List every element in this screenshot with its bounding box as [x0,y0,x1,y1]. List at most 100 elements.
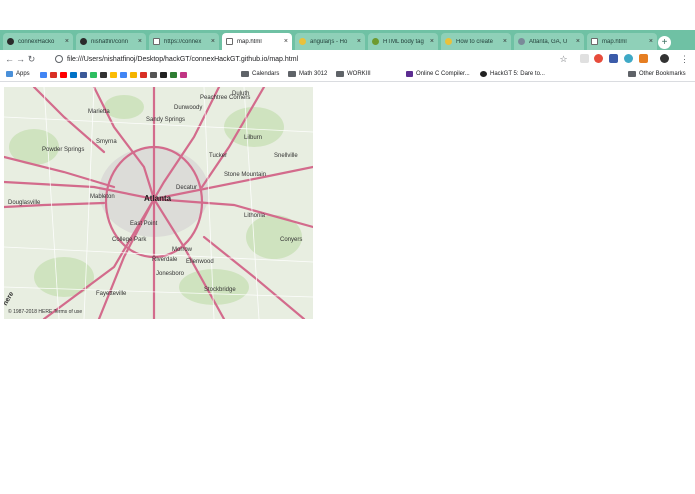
other-bookmarks[interactable]: Other Bookmarks [628,71,686,77]
tab-7[interactable]: Atlanta, GA, U × [514,33,584,50]
city-label: East Point [130,221,158,227]
outlook-icon[interactable] [70,72,77,78]
github-icon[interactable] [160,72,167,78]
tab-title: https://connex [164,38,202,45]
tab-title: nishatfin/conn [91,38,129,45]
city-label: Mableton [90,194,115,200]
bookmark-hackgt[interactable]: HackGT 5: Dare to... [480,71,545,77]
bookmarks-bar: Apps Calendars Math 3012 WORKIII Online … [0,68,695,82]
instagram-icon[interactable] [180,72,187,78]
tab-3[interactable]: map.html × [222,33,292,50]
notion-icon[interactable] [100,72,107,78]
extension-icon[interactable] [639,54,648,63]
bookmark-c-compiler[interactable]: Online C Compiler... [406,71,470,77]
close-icon[interactable]: × [649,38,653,45]
other-bookmarks-label: Other Bookmarks [639,71,686,77]
extension-icon[interactable] [580,54,589,63]
close-icon[interactable]: × [430,38,434,45]
close-icon[interactable]: × [576,38,580,45]
bookmark-label: Calendars [252,71,280,77]
tab-0[interactable]: connexHacko × [3,33,73,50]
close-icon[interactable]: × [503,38,507,45]
city-label: Lilburn [244,135,263,141]
bookmark-apps[interactable]: Apps [6,71,30,77]
new-tab-button[interactable]: + [658,36,671,49]
avatar[interactable] [660,54,669,63]
tab-5[interactable]: HTML body tag × [368,33,438,50]
city-label: Fayetteville [96,291,127,297]
extension-icon[interactable] [609,54,618,63]
city-label: Lithonia [244,213,266,219]
google-icon[interactable] [40,72,47,78]
address-text: file:///Users/nishatfinoj/Desktop/hackGT… [67,55,299,63]
back-icon[interactable]: ← [4,54,15,64]
tab-1[interactable]: nishatfin/conn × [76,33,146,50]
address-bar[interactable]: file:///Users/nishatfinoj/Desktop/hackGT… [55,52,575,66]
w3schools-icon [372,38,379,45]
browser-toolbar: ← → ↻ file:///Users/nishatfinoj/Desktop/… [0,50,695,68]
city-label: College Park [112,237,147,243]
tab-8[interactable]: map.html × [587,33,657,50]
document-icon [153,38,160,45]
apps-icon [6,71,13,77]
city-label: Marietta [88,109,110,115]
bookmark-icon-row [40,72,190,78]
info-icon[interactable] [55,55,63,63]
city-label: Smyrna [96,139,117,145]
close-icon[interactable]: × [211,38,215,45]
reload-icon[interactable]: ↻ [26,54,37,65]
globe-icon [518,38,525,45]
chrome-icon[interactable] [110,72,117,78]
stackoverflow-icon [299,38,306,45]
map-copyright[interactable]: © 1987-2018 HERE Terms of use [8,309,82,315]
stackoverflow-icon [445,38,452,45]
city-label: Sandy Springs [146,117,186,123]
close-icon[interactable]: × [284,38,288,45]
city-label: Duluth [232,91,250,97]
folder-icon [336,71,344,77]
city-label-atlanta: Atlanta [144,194,172,203]
city-label: Ellenwood [186,259,214,265]
extension-icon[interactable] [624,54,633,63]
folder-icon [288,71,296,77]
tab-2[interactable]: https://connex × [149,33,219,50]
bookmark-label: HackGT 5: Dare to... [490,71,545,77]
city-label: Tucker [209,153,228,159]
tab-title: How to create [456,38,494,45]
map-view[interactable]: Atlanta Marietta Sandy Springs Dunwoody … [4,87,313,319]
github-icon [80,38,87,45]
slides-icon[interactable] [130,72,137,78]
star-icon[interactable]: ☆ [558,54,569,65]
close-icon[interactable]: × [65,38,69,45]
city-label: Morrow [172,247,193,253]
compiler-icon [406,71,413,77]
bookmark-folder-calendars[interactable]: Calendars [241,71,279,77]
forward-icon[interactable]: → [15,54,26,64]
youtube-icon[interactable] [60,72,67,78]
city-label: Riverdale [152,257,178,263]
folder-icon [241,71,249,77]
folder-icon [628,71,636,77]
tab-title: map.html [602,38,627,45]
bookmark-folder-work[interactable]: WORKIII [336,71,371,77]
docs-icon[interactable] [120,72,127,78]
facebook-icon[interactable] [80,72,87,78]
city-label: Dunwoody [174,105,203,111]
close-icon[interactable]: × [357,38,361,45]
tab-title: connexHacko [18,38,55,45]
extension-icon[interactable] [594,54,603,63]
gmail-icon[interactable] [50,72,57,78]
bookmark-folder-math[interactable]: Math 3012 [288,71,327,77]
evernote-icon[interactable] [90,72,97,78]
chart-icon[interactable] [170,72,177,78]
document-icon [226,38,233,45]
pdf-icon[interactable] [140,72,147,78]
bookmark-label: Online C Compiler... [416,71,470,77]
tab-4[interactable]: angularjs - Ho × [295,33,365,50]
canvas-icon[interactable] [150,72,157,78]
menu-icon[interactable]: ⋮ [679,54,690,65]
github-icon [7,38,14,45]
tab-6[interactable]: How to create × [441,33,511,50]
close-icon[interactable]: × [138,38,142,45]
bookmark-label: Math 3012 [299,71,328,77]
